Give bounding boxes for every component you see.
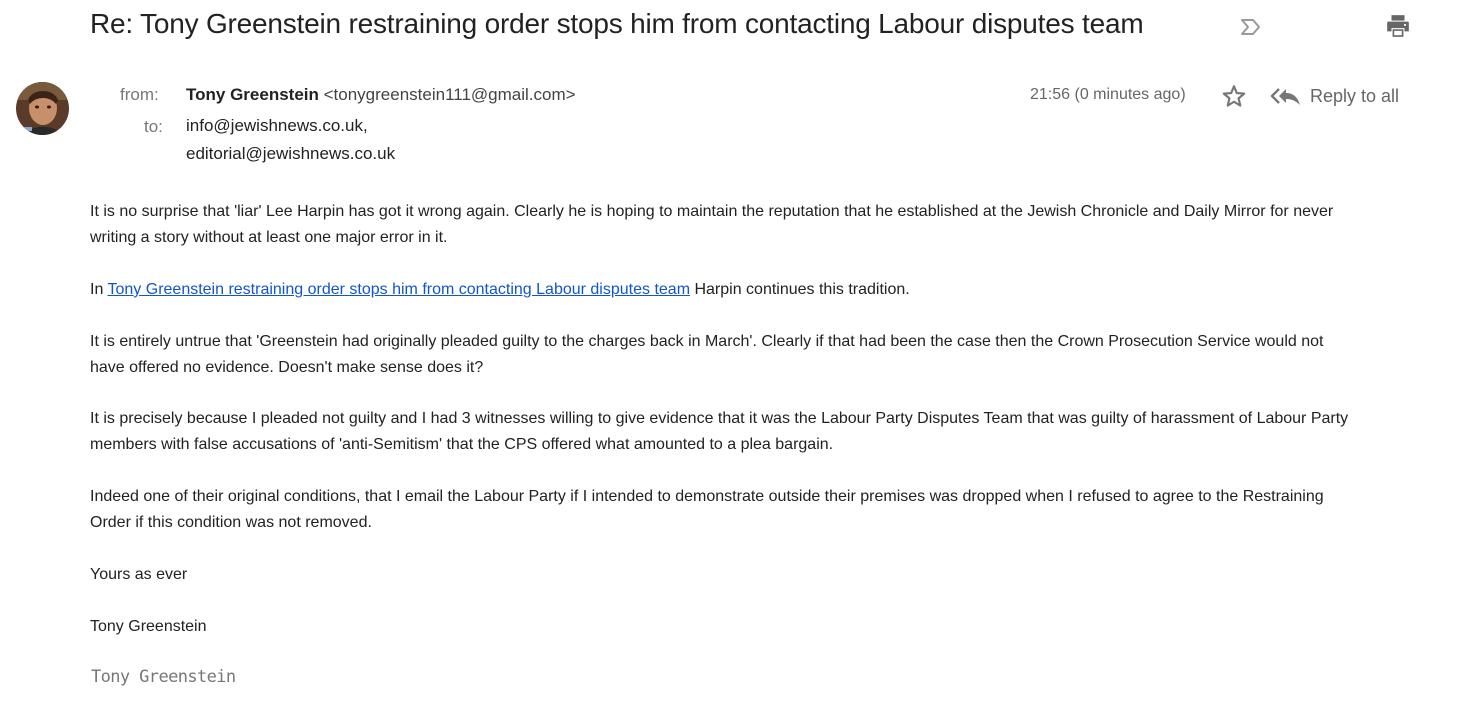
paragraph-line: have offered no evidence. Doesn't make s… [90,359,484,376]
to-label: to: [144,117,163,136]
paragraph-line: writing a story without at least one maj… [90,229,448,246]
paragraph-line: It is entirely untrue that 'Greenstein h… [90,333,1324,350]
paragraph-prefix: In [90,281,108,298]
recipient-1[interactable]: info@jewishnews.co.uk, [186,116,368,136]
paragraph-line: members with false accusations of 'anti-… [90,436,834,453]
body-paragraph-5: Indeed one of their original conditions,… [90,484,1435,536]
paragraph-line: Order if this condition was not removed. [90,514,372,531]
recipient-2[interactable]: editorial@jewishnews.co.uk [186,144,395,164]
paragraph-line: It is precisely because I pleaded not gu… [90,410,1349,427]
sender-name[interactable]: Tony Greenstein [186,85,319,104]
from-label: from: [120,85,159,104]
body-paragraph-3: It is entirely untrue that 'Greenstein h… [90,329,1435,381]
sender-name-line: Tony Greenstein [90,618,207,635]
body-paragraph-2: In Tony Greenstein restraining order sto… [90,277,1435,303]
closing-line: Yours as ever [90,566,188,583]
article-link[interactable]: Tony Greenstein restraining order stops … [108,281,691,298]
paragraph-line: Indeed one of their original conditions,… [90,488,1324,505]
body-paragraph-4: It is precisely because I pleaded not gu… [90,406,1435,458]
print-icon[interactable] [1385,13,1411,39]
timestamp: 21:56 (0 minutes ago) [1030,86,1186,103]
email-signature: Tony Greenstein [91,667,236,687]
sender[interactable]: Tony Greenstein <tonygreenstein111@gmail… [186,85,576,105]
star-icon[interactable] [1221,83,1247,109]
reply-all-icon [1270,88,1300,105]
important-marker-icon[interactable] [1239,15,1263,39]
body-paragraph-1: It is no surprise that 'liar' Lee Harpin… [90,199,1435,251]
sender-email[interactable]: <tonygreenstein111@gmail.com> [324,85,576,104]
paragraph-line: It is no surprise that 'liar' Lee Harpin… [90,203,1334,220]
reply-all-button[interactable]: Reply to all [1270,83,1399,109]
email-subject: Re: Tony Greenstein restraining order st… [90,8,1144,39]
paragraph-suffix: Harpin continues this tradition. [690,281,910,298]
avatar [16,82,69,135]
reply-all-label: Reply to all [1310,85,1400,106]
